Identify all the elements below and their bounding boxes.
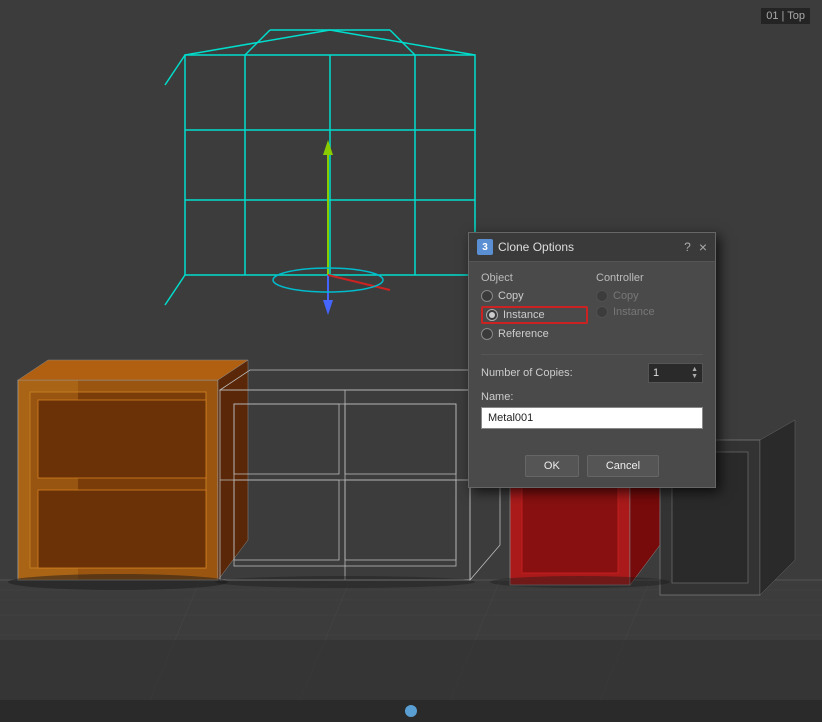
dialog-buttons: OK Cancel [469,449,715,487]
copy-radio-row[interactable]: Copy [481,290,588,302]
viewport-label: 01 | Top [761,8,810,24]
copies-label: Number of Copies: [481,367,573,379]
dialog-titlebar: 3 Clone Options ? × [469,233,715,262]
spinner-up[interactable]: ▲ [691,366,698,373]
instance-radio[interactable] [486,309,498,321]
reference-radio-row[interactable]: Reference [481,328,588,340]
copy-radio[interactable] [481,290,493,302]
controller-header: Controller [596,272,703,284]
reference-radio-label: Reference [498,328,549,340]
clone-options-dialog: 3 Clone Options ? × Object Copy I [468,232,716,488]
dialog-help-button[interactable]: ? [684,240,691,254]
dialog-controls[interactable]: ? × [684,240,707,254]
status-bar [0,700,822,722]
dialog-app-icon: 3 [477,239,493,255]
dialog-sections: Object Copy Instance Reference [481,272,703,344]
spinner-down[interactable]: ▼ [691,373,698,380]
dialog-title-left: 3 Clone Options [477,239,574,255]
reference-radio[interactable] [481,328,493,340]
copies-field-row: Number of Copies: 1 ▲ ▼ [481,363,703,383]
copies-value: 1 [653,367,659,379]
cancel-button[interactable]: Cancel [587,455,659,477]
ctrl-copy-radio-row: Copy [596,290,703,302]
divider [481,354,703,355]
ok-button[interactable]: OK [525,455,579,477]
dialog-body: Object Copy Instance Reference [469,262,715,449]
ctrl-instance-radio-row: Instance [596,306,703,318]
instance-highlight-box: Instance [481,306,588,324]
ctrl-copy-radio [596,290,608,302]
copy-radio-label: Copy [498,290,524,302]
ctrl-instance-radio [596,306,608,318]
object-section: Object Copy Instance Reference [481,272,588,344]
name-label: Name: [481,391,703,403]
controller-section: Controller Copy Instance [596,272,703,344]
name-section: Name: [481,391,703,429]
dialog-close-button[interactable]: × [699,240,707,254]
ctrl-copy-label: Copy [613,290,639,302]
name-input[interactable] [481,407,703,429]
dialog-title: Clone Options [498,240,574,254]
instance-radio-label: Instance [503,309,545,321]
spinner-arrows[interactable]: ▲ ▼ [691,364,698,382]
ctrl-instance-label: Instance [613,306,655,318]
copies-spinner[interactable]: 1 ▲ ▼ [648,363,703,383]
object-header: Object [481,272,588,284]
status-indicator [405,705,417,717]
